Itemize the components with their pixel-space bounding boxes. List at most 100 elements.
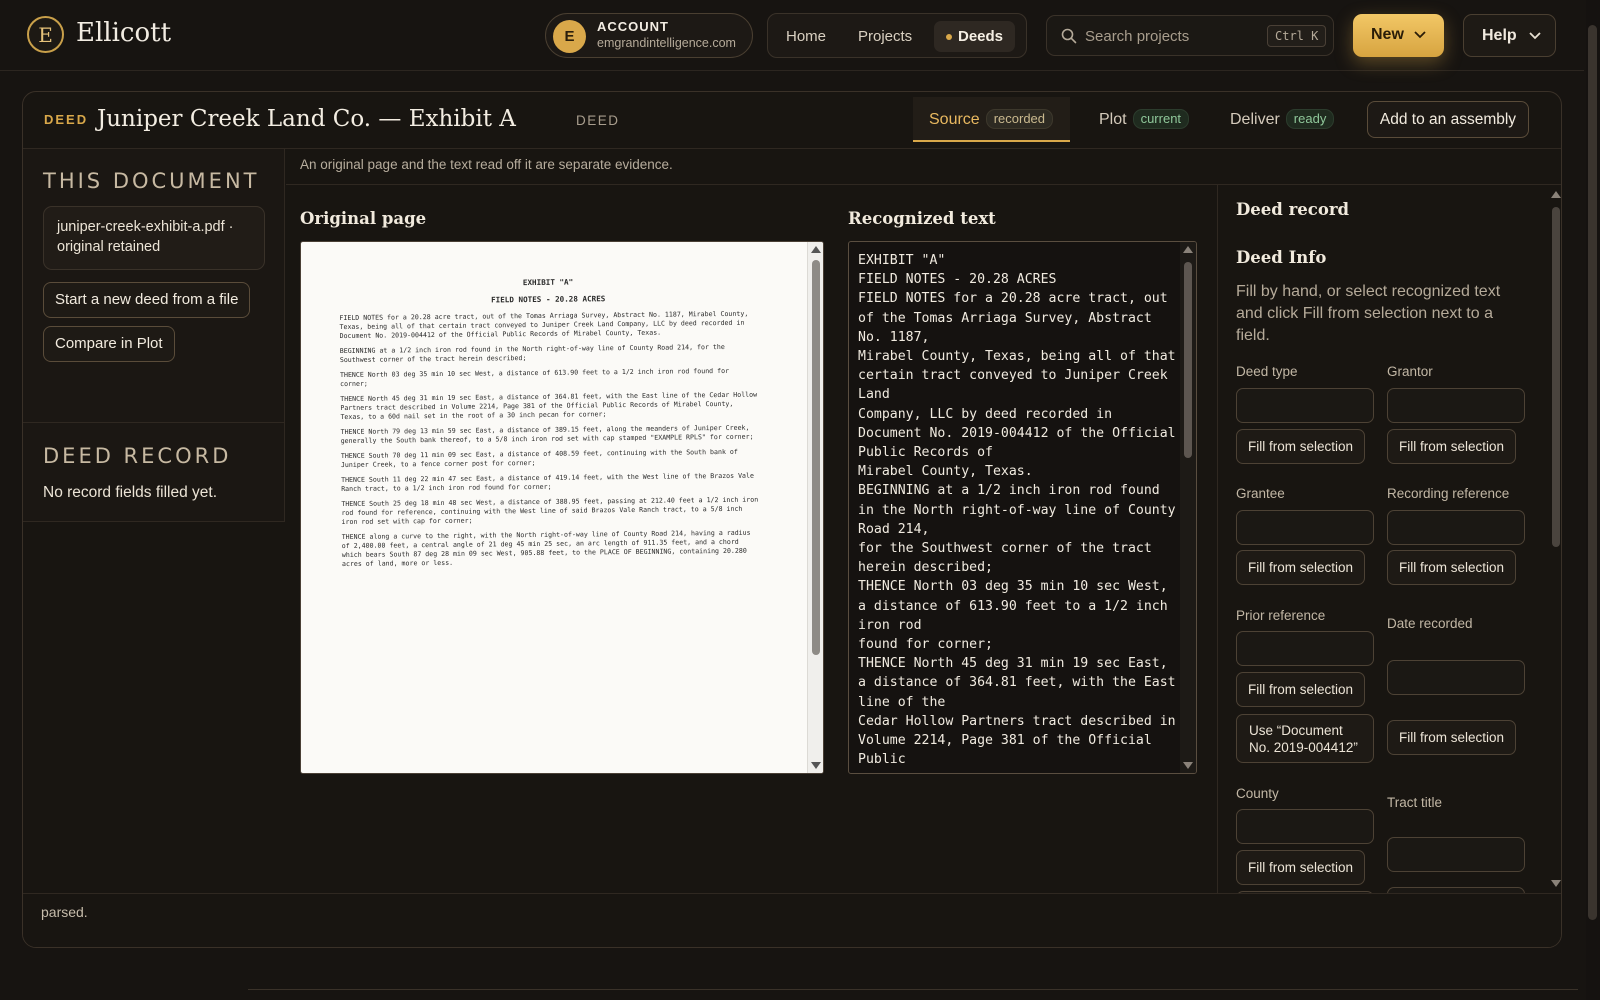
deed-record-heading: DEED RECORD	[43, 444, 232, 468]
grantee-label: Grantee	[1236, 486, 1285, 501]
scroll-down-icon[interactable]	[811, 762, 821, 769]
tab-plot[interactable]: Plot current	[1083, 97, 1205, 142]
scrollbar-thumb[interactable]	[1184, 262, 1192, 458]
nav-deeds[interactable]: Deeds	[934, 21, 1016, 52]
scroll-up-icon[interactable]	[811, 246, 821, 253]
chevron-down-icon	[1414, 31, 1426, 39]
active-dot-icon	[946, 34, 952, 40]
app-name[interactable]: Ellicott	[76, 18, 171, 48]
fill-date-recorded-button[interactable]: Fill from selection	[1387, 720, 1517, 755]
prior-reference-label: Prior reference	[1236, 608, 1326, 623]
use-suggestion-button[interactable]: Use “Document No. 2019-004412”	[1236, 714, 1374, 763]
scan-paragraph: THENCE South 70 deg 11 min 09 sec East, …	[340, 447, 738, 469]
recognized-text-box[interactable]: EXHIBIT "A" FIELD NOTES - 20.28 ACRES FI…	[848, 241, 1197, 774]
file-status: original retained	[57, 239, 161, 255]
page-scrollbar-thumb[interactable]	[1588, 25, 1597, 920]
grantor-label: Grantor	[1387, 364, 1433, 379]
status-bar: parsed.	[23, 893, 1561, 947]
grantor-field[interactable]	[1387, 388, 1525, 423]
prior-reference-field[interactable]	[1236, 631, 1374, 666]
fill-grantor-button[interactable]: Fill from selection	[1387, 429, 1517, 464]
add-to-assembly-button[interactable]: Add to an assembly	[1367, 101, 1529, 138]
deed-type-label: Deed type	[1236, 364, 1298, 379]
record-scrollbar[interactable]	[1549, 185, 1561, 893]
status-text: parsed.	[41, 904, 88, 920]
tab-deliver-label: Deliver	[1230, 111, 1280, 128]
fill-grantee-button[interactable]: Fill from selection	[1236, 550, 1366, 585]
fill-prior-reference-button[interactable]: Fill from selection	[1236, 672, 1366, 707]
scroll-down-icon[interactable]	[1183, 762, 1193, 769]
scroll-down-icon[interactable]	[1551, 880, 1561, 887]
search-icon	[1061, 28, 1077, 44]
scrollbar-thumb[interactable]	[1552, 207, 1560, 547]
status-badge: recorded	[985, 109, 1054, 129]
recognized-text-scrollbar[interactable]	[1180, 242, 1196, 773]
account-switcher[interactable]: E ACCOUNT emgrandintelligence.com	[545, 13, 753, 58]
divider	[23, 422, 285, 423]
search-input[interactable]	[1085, 24, 1255, 48]
account-avatar: E	[553, 20, 586, 53]
fill-deed-type-button[interactable]: Fill from selection	[1236, 429, 1366, 464]
file-name: juniper-creek-exhibit-a.pdf ·	[57, 219, 234, 235]
county-label: County	[1236, 786, 1279, 801]
deed-record-panel: Deed record Deed Info Fill by hand, or s…	[1217, 185, 1561, 893]
tab-deliver[interactable]: Deliver ready	[1214, 97, 1350, 142]
status-badge: ready	[1285, 109, 1335, 129]
recording-reference-label: Recording reference	[1387, 486, 1510, 501]
deed-info-hint: Fill by hand, or select recognized text …	[1236, 283, 1501, 344]
deed-header: DEED Juniper Creek Land Co. — Exhibit A …	[23, 92, 1561, 149]
scroll-up-icon[interactable]	[1183, 246, 1193, 253]
start-new-deed-button[interactable]: Start a new deed from a file	[43, 282, 251, 318]
original-page-heading: Original page	[300, 209, 427, 228]
scan-paragraph: THENCE North 03 deg 35 min 10 sec West, …	[339, 366, 730, 388]
scan-title: EXHIBIT "A"	[522, 277, 574, 288]
date-recorded-label: Date recorded	[1387, 616, 1473, 631]
divider	[248, 989, 1578, 990]
chevron-down-icon	[1529, 32, 1541, 40]
tab-plot-label: Plot	[1099, 111, 1127, 128]
tract-title-field[interactable]	[1387, 837, 1525, 872]
scrollbar-thumb[interactable]	[812, 260, 820, 655]
deed-info-heading: Deed Info	[1236, 248, 1327, 267]
help-button-label: Help	[1482, 27, 1517, 44]
recognized-text[interactable]: EXHIBIT "A" FIELD NOTES - 20.28 ACRES FI…	[858, 251, 1178, 769]
deed-record-note: No record fields filled yet.	[43, 484, 218, 501]
fill-recording-reference-button[interactable]: Fill from selection	[1387, 550, 1517, 585]
scan-paragraph: BEGINNING at a 1/2 inch iron rod found i…	[339, 342, 725, 364]
date-recorded-field[interactable]	[1387, 660, 1525, 695]
nav-home[interactable]: Home	[774, 21, 838, 52]
sidebar-empty-area	[23, 522, 285, 893]
page-scrollbar[interactable]	[1586, 0, 1600, 1000]
nav-projects[interactable]: Projects	[846, 21, 924, 52]
scan-paragraph: THENCE North 79 deg 13 min 59 sec East, …	[340, 423, 754, 445]
new-button[interactable]: New	[1353, 14, 1444, 57]
grantee-field[interactable]	[1236, 510, 1374, 545]
scan-paragraph: THENCE South 11 deg 22 min 47 sec East, …	[341, 471, 754, 493]
scan-paragraph: FIELD NOTES for a 20.28 acre tract, out …	[339, 309, 749, 340]
deed-record-title: Deed record	[1236, 200, 1350, 219]
status-badge: current	[1132, 109, 1190, 129]
scanned-page[interactable]: EXHIBIT "A" FIELD NOTES - 20.28 ACRES FI…	[339, 276, 760, 575]
search-box: Ctrl K	[1046, 15, 1334, 56]
tab-source[interactable]: Source recorded	[913, 97, 1070, 142]
original-page-viewer[interactable]: EXHIBIT "A" FIELD NOTES - 20.28 ACRES FI…	[300, 241, 824, 774]
account-email: emgrandintelligence.com	[597, 36, 736, 50]
doc-type: DEED	[576, 113, 620, 128]
county-field[interactable]	[1236, 809, 1374, 844]
scroll-up-icon[interactable]	[1551, 191, 1561, 198]
deed-type-field[interactable]	[1236, 388, 1374, 423]
scan-paragraph: THENCE South 25 deg 18 min 48 sec West, …	[341, 495, 759, 526]
tract-title-label: Tract title	[1387, 795, 1443, 810]
logo-mark[interactable]: E	[27, 16, 64, 53]
evidence-note: An original page and the text read off i…	[300, 157, 673, 172]
fill-county-button[interactable]: Fill from selection	[1236, 850, 1366, 885]
account-label: ACCOUNT	[597, 19, 669, 34]
scan-paragraph: THENCE along a curve to the right, with …	[341, 528, 751, 568]
recording-reference-field[interactable]	[1387, 510, 1525, 545]
deed-card: DEED Juniper Creek Land Co. — Exhibit A …	[22, 91, 1562, 948]
compare-in-plot-button[interactable]: Compare in Plot	[43, 326, 175, 362]
scan-subtitle: FIELD NOTES - 20.28 ACRES	[491, 294, 606, 305]
help-button[interactable]: Help	[1463, 14, 1556, 57]
doc-kind: DEED	[44, 112, 89, 127]
original-page-scrollbar[interactable]	[807, 242, 823, 773]
